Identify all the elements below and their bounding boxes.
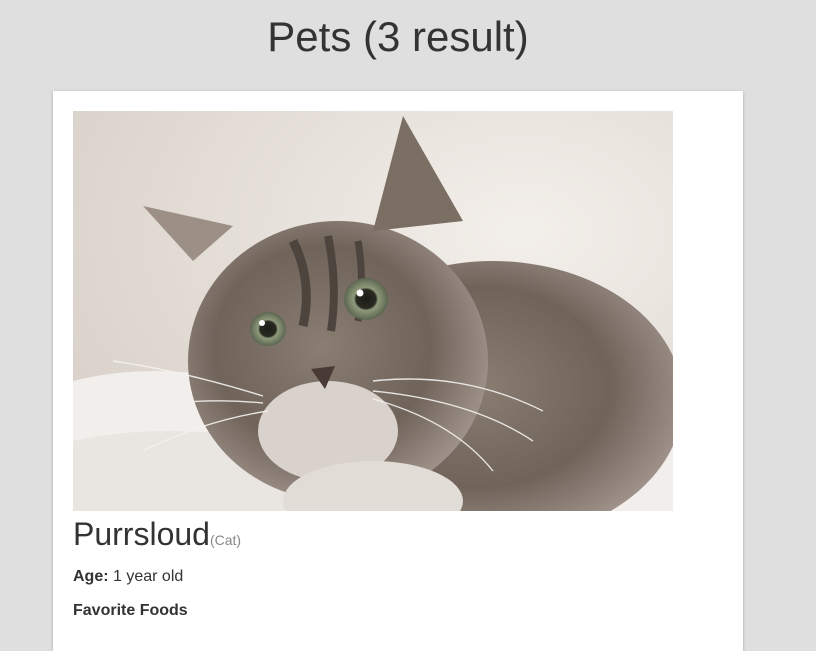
favorite-foods-heading: Favorite Foods [73,602,188,619]
pet-age-value: 1 year old [108,568,184,585]
pet-species: (Cat) [209,532,242,548]
kitten-photo-icon [73,111,673,511]
pet-photo [73,111,673,511]
pet-name: Purrsloud [73,516,210,552]
page-title: Pets (3 result) [267,13,529,60]
pet-age: Age: 1 year old [73,567,183,587]
pet-card: Purrsloud(Cat) Age: 1 year old Favorite … [53,91,743,651]
pet-age-label: Age: [73,568,109,585]
pet-name-row: Purrsloud(Cat) [73,515,241,553]
